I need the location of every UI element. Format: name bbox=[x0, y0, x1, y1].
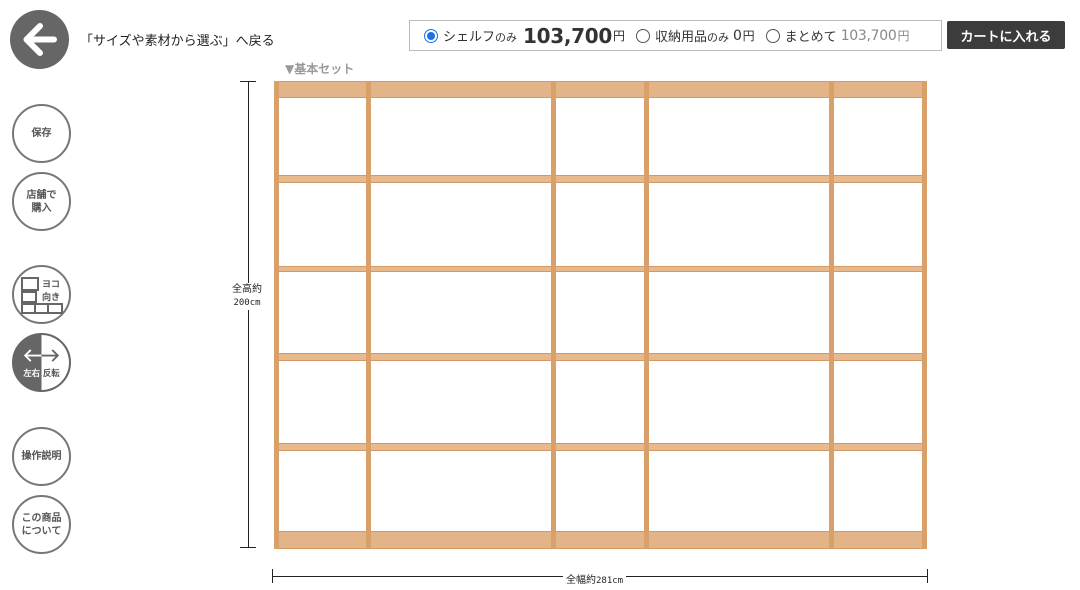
height-dimension-line bbox=[248, 81, 249, 548]
instructions-button[interactable]: 操作説明 bbox=[12, 427, 71, 486]
flip-label-left: 左右 bbox=[22, 368, 40, 378]
instructions-label: 操作説明 bbox=[21, 451, 62, 462]
width-dimension-label: 全幅約281cm bbox=[563, 571, 627, 586]
radio-shelf-only[interactable] bbox=[424, 28, 438, 43]
save-button[interactable]: 保存 bbox=[12, 104, 71, 163]
back-button[interactable] bbox=[10, 10, 69, 69]
shelf-unit[interactable] bbox=[274, 81, 927, 549]
width-dimension-cap-right bbox=[927, 569, 928, 583]
horizontal-orientation-icon: ヨコ 向き bbox=[20, 276, 63, 314]
radio-storage-only[interactable] bbox=[636, 28, 651, 43]
radio-all-together[interactable] bbox=[765, 28, 780, 43]
svg-text:ヨコ: ヨコ bbox=[41, 280, 59, 290]
option-label: シェルフのみ bbox=[443, 30, 518, 45]
yen-unit: 円 bbox=[742, 29, 755, 43]
shelf-post[interactable] bbox=[829, 81, 834, 549]
shelf-post[interactable] bbox=[551, 81, 556, 549]
orientation-button[interactable]: ヨコ 向き bbox=[12, 265, 71, 324]
height-dimension-cap-top bbox=[240, 81, 256, 82]
price-all-together: 103,700 bbox=[840, 27, 897, 44]
buy-in-store-button[interactable]: 店舗で 購入 bbox=[12, 172, 71, 231]
buy-in-store-label: 店舗で 購入 bbox=[26, 189, 57, 214]
price-shelf-only: 103,700 bbox=[523, 23, 613, 48]
svg-text:向き: 向き bbox=[41, 291, 59, 303]
height-dimension-label: 全高約 200cm bbox=[222, 283, 272, 310]
option-shelf-only[interactable]: シェルフのみ 103,700 円 bbox=[424, 24, 625, 48]
flip-label-right: 反転 bbox=[43, 368, 60, 378]
back-link[interactable]: 「サイズや素材から選ぶ」へ戻る bbox=[80, 30, 275, 49]
option-all-together[interactable]: まとめて 103,700 円 bbox=[765, 26, 910, 45]
shelf-post[interactable] bbox=[274, 81, 279, 549]
flip-arrows-icon: 左右 反転 bbox=[14, 335, 69, 390]
option-label: 収納用品のみ bbox=[655, 30, 730, 45]
option-storage-only[interactable]: 収納用品のみ 0 円 bbox=[636, 26, 755, 45]
shelf-post[interactable] bbox=[366, 81, 371, 549]
basic-set-label[interactable]: ▼基本セット bbox=[285, 60, 354, 77]
price-option-bar: シェルフのみ 103,700 円 収納用品のみ 0 円 まとめて 103,700… bbox=[409, 20, 942, 51]
yen-unit: 円 bbox=[613, 29, 626, 43]
about-product-label: この商品 について bbox=[21, 512, 62, 537]
arrow-left-icon bbox=[23, 23, 57, 56]
add-to-cart-button[interactable]: カートに入れる bbox=[947, 21, 1065, 49]
flip-horizontal-button[interactable]: 左右 反転 bbox=[12, 333, 71, 392]
yen-unit: 円 bbox=[897, 29, 910, 43]
save-label: 保存 bbox=[31, 128, 52, 139]
height-dimension-cap-bottom bbox=[240, 547, 256, 548]
width-dimension-cap-left bbox=[272, 569, 273, 583]
shelf-post[interactable] bbox=[644, 81, 649, 549]
shelf-post[interactable] bbox=[922, 81, 927, 549]
about-product-button[interactable]: この商品 について bbox=[12, 495, 71, 554]
price-storage-only: 0 bbox=[733, 27, 742, 44]
option-label: まとめて bbox=[784, 30, 837, 45]
